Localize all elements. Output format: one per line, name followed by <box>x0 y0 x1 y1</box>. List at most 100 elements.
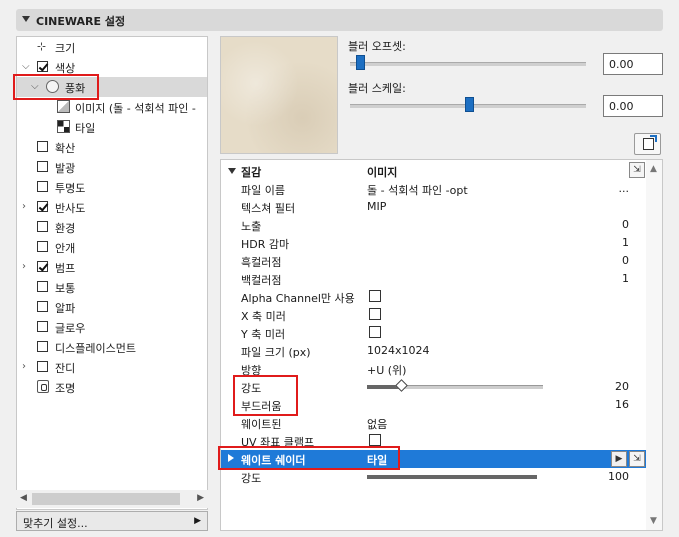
blur-scale-slider-thumb[interactable] <box>465 97 474 112</box>
tree-item-grass[interactable]: › 잔디 <box>17 357 207 377</box>
table-row-x-mirror[interactable]: X 축 미러 <box>221 306 647 324</box>
color-checkbox[interactable] <box>37 61 48 72</box>
table-row-exposure[interactable]: 노출 0 <box>221 216 647 234</box>
tree-item-size[interactable]: ⊹ 크기 <box>17 37 207 57</box>
table-row-y-mirror[interactable]: Y 축 미러 <box>221 324 647 342</box>
texture-preview <box>220 36 338 154</box>
environment-checkbox[interactable] <box>37 221 48 232</box>
row-label: Alpha Channel만 사용 <box>241 292 355 305</box>
tree-item-transparency[interactable]: 투명도 <box>17 177 207 197</box>
tree-item-fog[interactable]: 안개 <box>17 237 207 257</box>
luminance-checkbox[interactable] <box>37 161 48 172</box>
collapse-triangle-icon[interactable] <box>22 16 30 22</box>
collapse-triangle-icon[interactable] <box>228 168 236 174</box>
row-label: 강도 <box>241 382 262 395</box>
tree-item-weathering[interactable]: ⌵ 풍화 <box>17 77 207 97</box>
table-row-black-point[interactable]: 흑컬러점 0 <box>221 252 647 270</box>
tree-item-environment[interactable]: 환경 <box>17 217 207 237</box>
scroll-up-icon[interactable]: ▲ <box>650 164 657 174</box>
row-value[interactable]: +U (위) <box>367 362 406 378</box>
row-label: 흑컬러점 <box>241 256 282 269</box>
tree-horizontal-scrollbar[interactable]: ◀ ▶ <box>16 490 208 508</box>
scroll-right-icon[interactable]: ▶ <box>197 493 204 503</box>
browse-button[interactable]: ... <box>619 182 630 195</box>
glow-checkbox[interactable] <box>37 321 48 332</box>
row-number[interactable]: 0 <box>622 218 629 231</box>
tree-item-label: 발광 <box>55 162 76 175</box>
table-row-softness[interactable]: 부드러움 16 <box>221 396 647 414</box>
reflectance-checkbox[interactable] <box>37 201 48 212</box>
row-number[interactable]: 0 <box>622 254 629 267</box>
tree-item-illumination[interactable]: 조명 <box>17 377 207 397</box>
table-header[interactable]: 질감 이미지 <box>221 162 647 180</box>
blur-scale-input[interactable]: 0.00 <box>603 95 663 117</box>
scroll-down-icon[interactable]: ▼ <box>650 516 657 526</box>
export-icon-button[interactable] <box>634 133 661 155</box>
row-number[interactable]: 16 <box>615 398 629 411</box>
row-number[interactable]: 100 <box>608 470 629 483</box>
y-mirror-checkbox[interactable] <box>369 326 381 338</box>
normal-checkbox[interactable] <box>37 281 48 292</box>
x-mirror-checkbox[interactable] <box>369 308 381 320</box>
scroll-left-icon[interactable]: ◀ <box>20 493 27 503</box>
tree-item-luminance[interactable]: 발광 <box>17 157 207 177</box>
chevron-right-icon[interactable]: › <box>22 201 26 212</box>
lock-icon <box>37 380 49 393</box>
tree-item-normal[interactable]: 보통 <box>17 277 207 297</box>
blur-offset-slider-thumb[interactable] <box>356 55 365 70</box>
table-row-strength-2[interactable]: 강도 100 <box>221 468 647 486</box>
shader-menu-arrow-icon[interactable]: ▶ <box>611 451 627 467</box>
table-row-direction[interactable]: 방향 +U (위) <box>221 360 647 378</box>
table-row-strength[interactable]: 강도 20 <box>221 378 647 396</box>
bump-checkbox[interactable] <box>37 261 48 272</box>
row-number[interactable]: 20 <box>615 380 629 393</box>
fog-checkbox[interactable] <box>37 241 48 252</box>
alpha-checkbox[interactable] <box>37 301 48 312</box>
tree-item-reflectance[interactable]: › 반사도 <box>17 197 207 217</box>
row-number[interactable]: 1 <box>622 236 629 249</box>
table-row-hdr-gamma[interactable]: HDR 감마 1 <box>221 234 647 252</box>
tree-item-glow[interactable]: 글로우 <box>17 317 207 337</box>
table-row-file-name[interactable]: 파일 이름 돌 - 석회석 파인 -opt ... <box>221 180 647 198</box>
alpha-only-checkbox[interactable] <box>369 290 381 302</box>
blur-offset-slider[interactable] <box>350 62 586 66</box>
table-row-alpha-only[interactable]: Alpha Channel만 사용 <box>221 288 647 306</box>
row-value[interactable]: 없음 <box>367 416 387 432</box>
blur-offset-input[interactable]: 0.00 <box>603 53 663 75</box>
grass-checkbox[interactable] <box>37 361 48 372</box>
shader-link-icon[interactable]: ⇲ <box>629 451 645 467</box>
table-row-white-point[interactable]: 백컬러점 1 <box>221 270 647 288</box>
tree-item-diffusion[interactable]: 확산 <box>17 137 207 157</box>
tree-item-alpha[interactable]: 알파 <box>17 297 207 317</box>
uv-clamp-checkbox[interactable] <box>369 434 381 446</box>
texture-link-icon[interactable]: ⇲ <box>629 162 645 178</box>
table-row-weighted[interactable]: 웨이트된 없음 <box>221 414 647 432</box>
tree-item-tile[interactable]: 타일 <box>17 117 207 137</box>
tree-item-color[interactable]: ⌵ 색상 <box>17 57 207 77</box>
row-label: HDR 감마 <box>241 238 290 251</box>
row-label: 부드러움 <box>241 400 282 413</box>
row-value[interactable]: MIP <box>367 200 386 213</box>
fit-settings-button[interactable]: 맞추기 설정... ▶ <box>16 511 208 531</box>
diffusion-checkbox[interactable] <box>37 141 48 152</box>
cineware-settings-header[interactable]: CINEWARE 설정 <box>16 9 663 31</box>
chevron-down-icon[interactable]: ⌵ <box>22 61 30 72</box>
scroll-thumb[interactable] <box>32 493 180 505</box>
panel-title: CINEWARE 설정 <box>36 15 126 28</box>
table-row-texture-filter[interactable]: 텍스쳐 필터 MIP <box>221 198 647 216</box>
table-row-uv-clamp[interactable]: UV 좌표 클램프 <box>221 432 647 450</box>
row-label: 강도 <box>241 472 262 485</box>
chevron-right-icon[interactable]: › <box>22 361 26 372</box>
chevron-right-icon[interactable]: › <box>22 261 26 272</box>
displacement-checkbox[interactable] <box>37 341 48 352</box>
chevron-down-icon[interactable]: ⌵ <box>31 81 39 92</box>
expand-triangle-icon[interactable] <box>228 454 234 462</box>
table-vertical-scrollbar[interactable]: ▲ ▼ <box>646 160 662 530</box>
table-row-weight-shader[interactable]: 웨이트 쉐이더 타일 <box>221 450 647 468</box>
row-number[interactable]: 1 <box>622 272 629 285</box>
tree-item-bump[interactable]: › 범프 <box>17 257 207 277</box>
transparency-checkbox[interactable] <box>37 181 48 192</box>
tree-item-image[interactable]: 이미지 (돌 - 석회석 파인 - <box>17 97 207 117</box>
tree-item-displacement[interactable]: 디스플레이스먼트 <box>17 337 207 357</box>
strength-slider-thumb[interactable] <box>395 379 408 392</box>
